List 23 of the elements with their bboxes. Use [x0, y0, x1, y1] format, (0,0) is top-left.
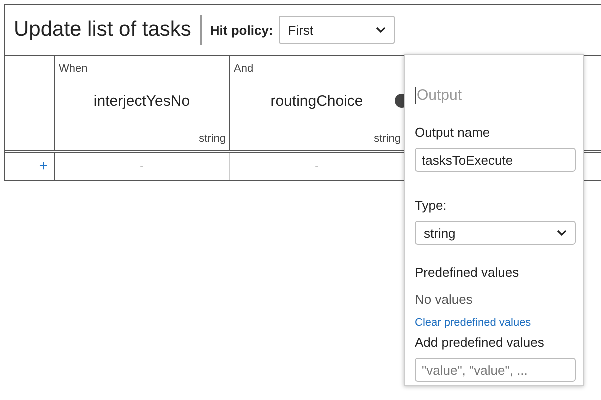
clear-values-link[interactable]: Clear predefined values — [415, 317, 532, 329]
section-heading: Predefined values — [415, 265, 520, 280]
field-label: Output name — [415, 125, 490, 140]
column-name[interactable]: interjectYesNo — [94, 93, 190, 110]
table-cell: - — [315, 160, 319, 172]
type-select[interactable]: string — [415, 221, 576, 245]
column-name[interactable]: routingChoice — [270, 93, 364, 110]
table-cell: - — [140, 160, 144, 172]
field-label: Type: — [415, 198, 447, 213]
clause-label: And — [233, 62, 255, 75]
add-rule-button[interactable]: + — [39, 158, 48, 175]
output-name-field[interactable]: tasksToExecute — [415, 148, 576, 172]
column-type: string — [199, 133, 226, 145]
predefined-values-field[interactable]: "value", "value", ... — [415, 358, 576, 382]
hit-policy-select[interactable]: First — [279, 16, 396, 44]
table-title: Update list of tasks — [14, 18, 192, 42]
clause-label: When — [58, 62, 89, 75]
column-type: string — [374, 133, 401, 145]
chevron-icon — [376, 27, 386, 33]
field-label: Add predefined values — [415, 335, 544, 350]
chevron-icon — [557, 230, 567, 236]
hit-policy-label: Hit policy: — [210, 22, 274, 38]
empty-message: No values — [415, 292, 473, 307]
